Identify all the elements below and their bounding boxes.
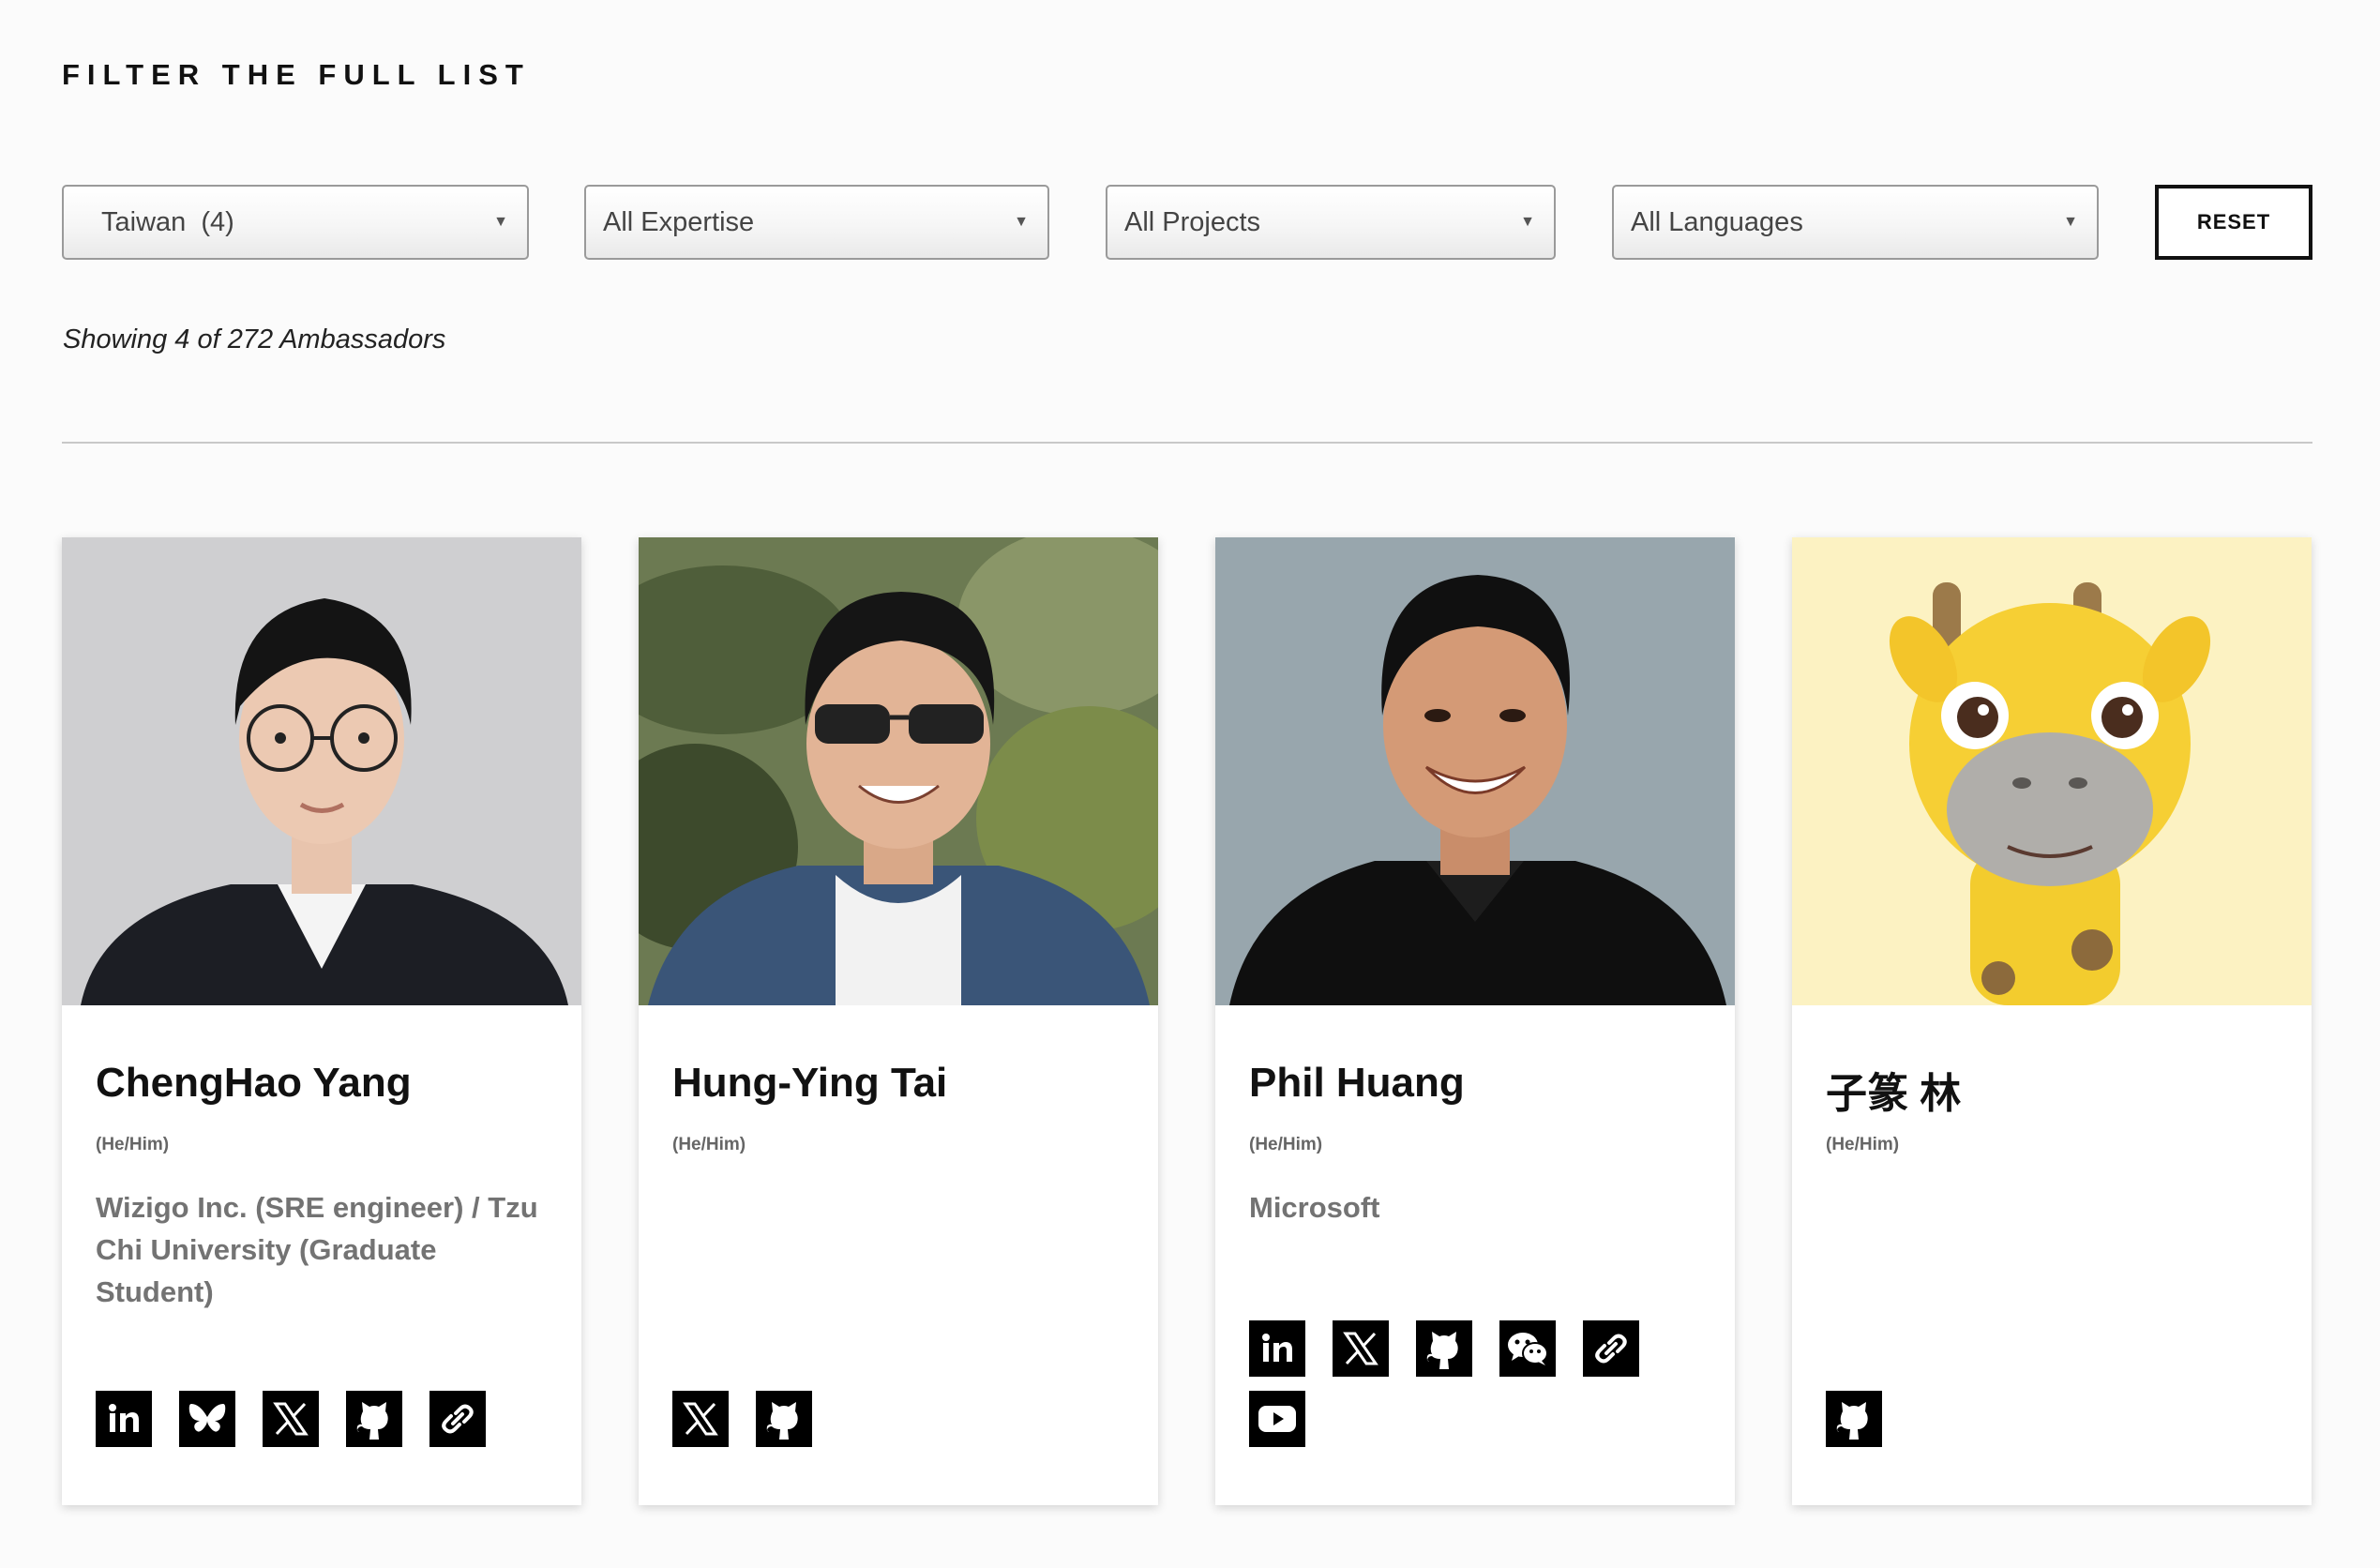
social-links	[1249, 1391, 1305, 1447]
chevron-down-icon: ▼	[2063, 214, 2078, 230]
ambassador-organization: Wizigo Inc. (SRE engineer) / Tzu Chi Uni…	[96, 1191, 538, 1308]
chevron-down-icon: ▼	[493, 214, 508, 230]
x-icon[interactable]	[672, 1391, 729, 1447]
linkedin-icon[interactable]	[1249, 1320, 1305, 1377]
x-icon[interactable]	[263, 1391, 319, 1447]
social-links	[1249, 1320, 1639, 1377]
github-icon[interactable]	[1416, 1320, 1472, 1377]
ambassador-card[interactable]: 子篆 林 (He/Him)	[1792, 537, 2312, 1505]
youtube-icon[interactable]	[1249, 1391, 1305, 1447]
ambassador-name: Hung-Ying Tai	[672, 1060, 948, 1106]
ambassador-pronouns: (He/Him)	[1249, 1135, 1323, 1154]
social-links	[1826, 1391, 1882, 1447]
ambassador-name: 子篆 林	[1826, 1071, 1962, 1117]
ambassador-card[interactable]: Hung-Ying Tai (He/Him)	[639, 537, 1158, 1505]
ambassador-pronouns: (He/Him)	[672, 1135, 746, 1154]
wechat-icon[interactable]	[1499, 1320, 1556, 1377]
filter-heading: FILTER THE FULL LIST	[62, 58, 531, 91]
ambassador-organization: Microsoft	[1249, 1191, 1380, 1224]
reset-button[interactable]: RESET	[2155, 185, 2312, 260]
divider	[62, 442, 2312, 444]
avatar-photo	[1215, 537, 1735, 1005]
github-icon[interactable]	[346, 1391, 402, 1447]
expertise-select-value: All Expertise	[603, 206, 755, 237]
social-links	[672, 1391, 812, 1447]
bluesky-icon[interactable]	[179, 1391, 235, 1447]
x-icon[interactable]	[1333, 1320, 1389, 1377]
ambassador-card[interactable]: ChengHao Yang (He/Him) Wizigo Inc. (SRE …	[62, 537, 581, 1505]
projects-select[interactable]: All Projects ▼	[1106, 185, 1556, 260]
languages-select[interactable]: All Languages ▼	[1612, 185, 2099, 260]
avatar-photo	[639, 537, 1158, 1005]
ambassador-pronouns: (He/Him)	[1826, 1135, 1900, 1154]
linkedin-icon[interactable]	[96, 1391, 152, 1447]
chevron-down-icon: ▼	[1520, 214, 1535, 230]
github-icon[interactable]	[756, 1391, 812, 1447]
languages-select-value: All Languages	[1631, 206, 1803, 237]
results-count: Showing 4 of 272 Ambassadors	[63, 324, 446, 354]
ambassador-card[interactable]: Phil Huang (He/Him) Microsoft	[1215, 537, 1735, 1505]
ambassadors-page: FILTER THE FULL LIST Taiwan (4) ▼ All Ex…	[0, 0, 2380, 1568]
country-select-value: Taiwan (4)	[101, 206, 234, 237]
ambassador-name: Phil Huang	[1249, 1060, 1465, 1106]
link-icon[interactable]	[1583, 1320, 1639, 1377]
expertise-select[interactable]: All Expertise ▼	[584, 185, 1049, 260]
link-icon[interactable]	[429, 1391, 486, 1447]
avatar-photo	[1792, 537, 2312, 1005]
ambassador-name: ChengHao Yang	[96, 1060, 412, 1106]
social-links	[96, 1391, 486, 1447]
projects-select-value: All Projects	[1124, 206, 1261, 237]
avatar-photo	[62, 537, 581, 1005]
chevron-down-icon: ▼	[1014, 214, 1029, 230]
country-select[interactable]: Taiwan (4) ▼	[62, 185, 529, 260]
ambassador-pronouns: (He/Him)	[96, 1135, 170, 1154]
github-icon[interactable]	[1826, 1391, 1882, 1447]
